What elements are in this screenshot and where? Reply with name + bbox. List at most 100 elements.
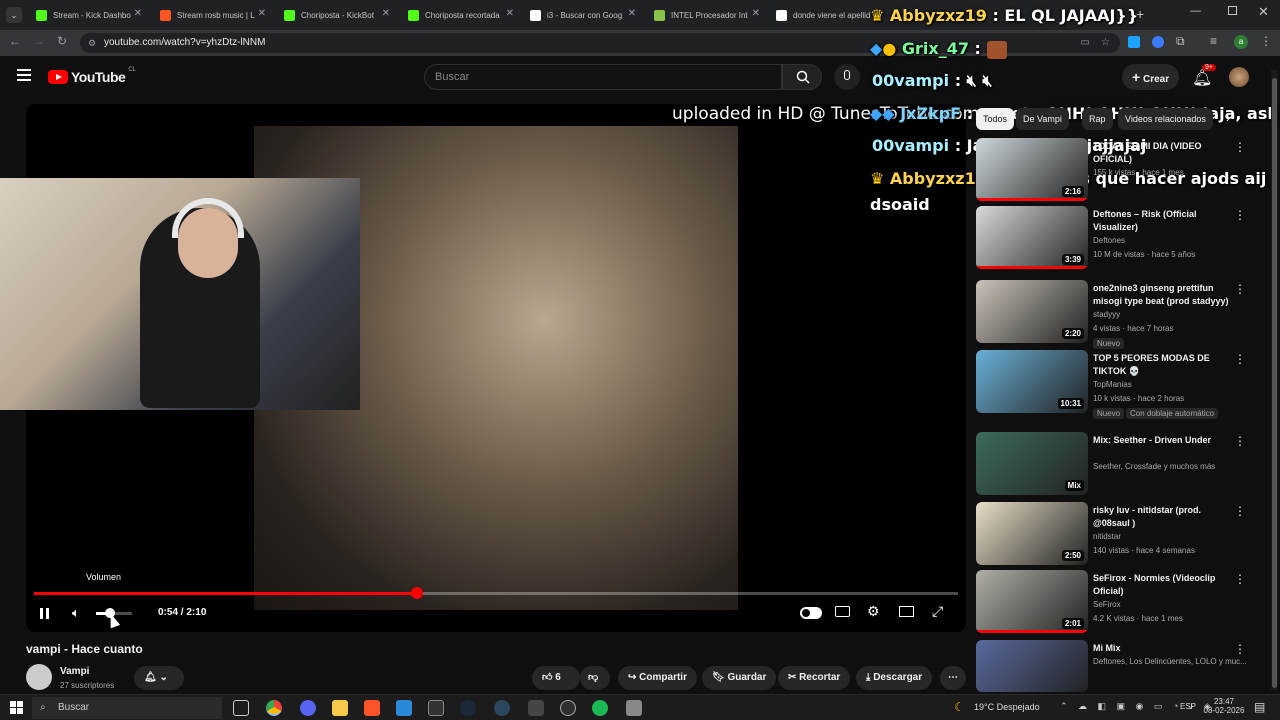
- recommendation-item[interactable]: 2:20 one2nine3 ginseng prettifun misogi t…: [976, 280, 1256, 349]
- more-options-icon[interactable]: ⋮: [1234, 140, 1246, 154]
- download-button[interactable]: ⤓ Descargar: [856, 666, 933, 690]
- chip-rap[interactable]: Rap: [1082, 108, 1113, 130]
- task-view-icon[interactable]: [233, 700, 249, 716]
- hamburger-menu-icon[interactable]: [17, 69, 31, 81]
- tab-close-icon[interactable]: ✕: [506, 8, 514, 19]
- chip-related[interactable]: Videos relacionados: [1118, 108, 1213, 130]
- windows-start-icon[interactable]: [10, 701, 23, 714]
- recommendation-channel[interactable]: Seether, Crossfade y muchos más: [1093, 462, 1215, 471]
- extensions-puzzle-icon[interactable]: ⧉: [1176, 34, 1185, 49]
- recommendation-title[interactable]: Mix: Seether - Driven Under: [1093, 434, 1233, 447]
- app-icon[interactable]: [626, 700, 642, 716]
- video-thumbnail[interactable]: 2:50: [976, 502, 1088, 565]
- video-thumbnail[interactable]: 10:31: [976, 350, 1088, 413]
- video-thumbnail[interactable]: 2:01: [976, 570, 1088, 633]
- clock[interactable]: 23:47 08-02-2026: [1202, 697, 1246, 715]
- create-button[interactable]: + Crear: [1122, 64, 1180, 90]
- notifications-button[interactable]: 🔔︎ 9+: [1192, 64, 1216, 88]
- app-icon[interactable]: [528, 700, 544, 716]
- chip-from-channel[interactable]: De Vampi: [1016, 108, 1069, 130]
- obs-icon[interactable]: [560, 700, 576, 716]
- input-language[interactable]: ESP: [1180, 702, 1196, 711]
- reading-list-icon[interactable]: ≡: [1210, 34, 1217, 48]
- video-thumbnail[interactable]: 2:20: [976, 280, 1088, 343]
- recommendation-title[interactable]: TODAY ES MI DIA (VIDEO OFICIAL): [1093, 140, 1233, 166]
- browser-tab[interactable]: Stream rosb music | L ✕: [150, 4, 272, 26]
- cast-icon[interactable]: ▭: [1081, 33, 1090, 53]
- video-progress-bar[interactable]: [34, 587, 958, 599]
- recommendation-channel[interactable]: Deftones: [1093, 236, 1125, 245]
- chrome-icon[interactable]: [266, 700, 282, 716]
- more-options-icon[interactable]: ⋮: [1234, 434, 1246, 448]
- scrollbar-thumb[interactable]: [1272, 78, 1277, 688]
- recommendation-title[interactable]: Deftones – Risk (Official Visualizer): [1093, 208, 1233, 234]
- extension-icon[interactable]: [1152, 36, 1164, 48]
- channel-avatar[interactable]: [26, 664, 52, 690]
- tab-close-icon[interactable]: ✕: [382, 8, 390, 19]
- recommendation-channel[interactable]: SeFirox: [1093, 600, 1121, 609]
- profile-avatar[interactable]: a: [1234, 35, 1248, 49]
- browser-tab[interactable]: Stream - Kick Dashbo ✕: [26, 4, 148, 26]
- theater-mode-button[interactable]: [899, 604, 914, 617]
- weather-text[interactable]: 19°C Despejado: [974, 702, 1040, 712]
- spotify-icon[interactable]: [592, 700, 608, 716]
- browser-tab[interactable]: Choriposta - KickBot ✕: [274, 4, 396, 26]
- close-window-button[interactable]: ✕: [1258, 4, 1269, 20]
- recommendation-item[interactable]: Mix Mix: Seether - Driven Under Seether, C…: [976, 432, 1256, 496]
- recommendation-item[interactable]: Mi Mix Deftones, Los Delincüentes, LOLO y…: [976, 640, 1256, 692]
- chips-next-icon[interactable]: ›: [1226, 111, 1230, 125]
- recommendation-title[interactable]: TOP 5 PEORES MODAS DE TIKTOK 💀: [1093, 352, 1233, 378]
- recommendation-channel[interactable]: nitidstar: [1093, 532, 1121, 541]
- taskbar-search[interactable]: ⌕ Buscar: [32, 697, 222, 719]
- recommendation-item[interactable]: 3:39 Deftones – Risk (Official Visualizer…: [976, 206, 1256, 270]
- recommendation-title[interactable]: SeFirox - Normies (Videoclip Oficial): [1093, 572, 1233, 598]
- maximize-window-button[interactable]: [1228, 6, 1237, 15]
- more-options-icon[interactable]: ⋮: [1234, 504, 1246, 518]
- store-icon[interactable]: [396, 700, 412, 716]
- mute-button[interactable]: 🔈︎: [72, 605, 80, 621]
- discord-icon[interactable]: [300, 700, 316, 716]
- recommendation-channel[interactable]: stadyyy: [1093, 310, 1120, 319]
- youtube-logo[interactable]: YouTube CL: [48, 67, 136, 85]
- recommendation-title[interactable]: one2nine3 ginseng prettifun misogi type …: [1093, 282, 1233, 308]
- clip-button[interactable]: ✂ Recortar: [778, 666, 851, 690]
- brave-icon[interactable]: [364, 700, 380, 716]
- tab-close-icon[interactable]: ✕: [628, 8, 636, 19]
- steam-icon[interactable]: [494, 700, 510, 716]
- subscribed-button[interactable]: 🔔︎ ⌄: [134, 666, 184, 690]
- more-options-icon[interactable]: ⋮: [1234, 642, 1246, 656]
- more-options-icon[interactable]: ⋮: [1234, 572, 1246, 586]
- extension-icon[interactable]: [1128, 36, 1140, 48]
- more-options-icon[interactable]: ⋮: [1234, 208, 1246, 222]
- video-thumbnail[interactable]: 3:39: [976, 206, 1088, 269]
- weather-icon[interactable]: ☾: [954, 700, 965, 714]
- more-options-icon[interactable]: ⋮: [1234, 282, 1246, 296]
- bookmark-star-icon[interactable]: ☆: [1101, 33, 1110, 53]
- tab-close-icon[interactable]: ✕: [134, 8, 142, 19]
- settings-button[interactable]: ⚙: [867, 603, 880, 620]
- recommendation-item[interactable]: 2:50 risky luv - nitidstar (prod. @08saul…: [976, 502, 1256, 566]
- fullscreen-button[interactable]: ⤢: [932, 603, 943, 620]
- dislike-button[interactable]: 👎︎: [580, 666, 610, 690]
- browser-tab[interactable]: i3 - Buscar con Goog ✕: [520, 4, 642, 26]
- search-input[interactable]: Buscar: [424, 64, 782, 90]
- epic-games-icon[interactable]: [428, 700, 444, 716]
- tab-close-icon[interactable]: ✕: [752, 8, 760, 19]
- recommendation-channel[interactable]: Deftones, Los Delincüentes, LOLO y muc..…: [1093, 657, 1247, 666]
- recommendation-channel[interactable]: TopManias: [1093, 380, 1132, 389]
- recommendation-title[interactable]: risky luv - nitidstar (prod. @08saul ): [1093, 504, 1233, 530]
- tab-close-icon[interactable]: ✕: [258, 8, 266, 19]
- voice-search-button[interactable]: [834, 64, 860, 90]
- tab-search-button[interactable]: ⌄: [6, 7, 22, 23]
- file-explorer-icon[interactable]: [332, 700, 348, 716]
- chip-all[interactable]: Todos: [976, 108, 1015, 130]
- share-button[interactable]: ↪ Compartir: [618, 666, 697, 690]
- channel-name[interactable]: Vampi: [60, 666, 89, 677]
- minimize-window-button[interactable]: —: [1190, 5, 1201, 17]
- video-thumbnail[interactable]: Mix: [976, 432, 1088, 495]
- forward-button[interactable]: →: [30, 34, 48, 48]
- account-avatar[interactable]: [1229, 67, 1249, 87]
- recommendation-item[interactable]: 10:31 TOP 5 PEORES MODAS DE TIKTOK 💀 TopMa…: [976, 350, 1256, 419]
- recommendation-title[interactable]: Mi Mix: [1093, 642, 1233, 655]
- browser-menu-icon[interactable]: ⋮: [1260, 34, 1272, 48]
